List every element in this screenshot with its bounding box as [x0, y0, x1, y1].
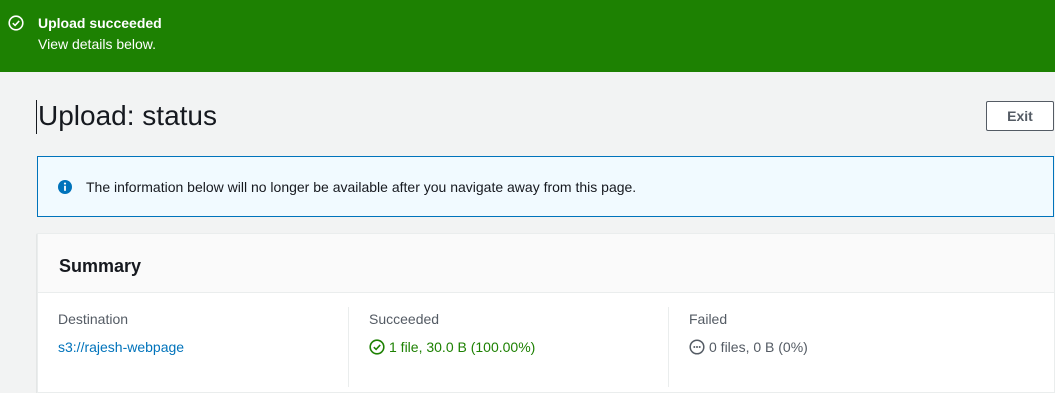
info-alert: The information below will no longer be …: [37, 156, 1054, 217]
info-circle-icon: [58, 180, 72, 194]
check-circle-icon: [8, 15, 24, 31]
succeeded-label: Succeeded: [369, 311, 440, 327]
failed-label: Failed: [689, 311, 728, 327]
failed-column: Failed 0 files, 0 B (0%): [689, 311, 808, 355]
succeeded-column: Succeeded 1 file, 30.0 B (100.00%): [369, 311, 535, 355]
destination-link[interactable]: s3://rajesh-webpage: [58, 339, 184, 355]
destination-column: Destination s3://rajesh-webpage: [58, 311, 184, 355]
success-flashbar: Upload succeeded View details below.: [0, 0, 1055, 72]
check-circle-icon: [369, 339, 385, 355]
column-divider: [348, 307, 349, 387]
succeeded-value: 1 file, 30.0 B (100.00%): [389, 339, 536, 355]
banner-subtitle: View details below.: [38, 36, 157, 52]
failed-value: 0 files, 0 B (0%): [709, 339, 808, 355]
banner-title: Upload succeeded: [38, 15, 162, 31]
page-title: Upload: status: [38, 100, 217, 131]
summary-container: Summary Destination s3://rajesh-webpage …: [37, 233, 1055, 393]
text-cursor: [36, 100, 37, 134]
alert-text: The information below will no longer be …: [86, 179, 637, 195]
summary-title: Summary: [59, 256, 142, 276]
exit-button[interactable]: Exit: [986, 101, 1054, 131]
summary-header: Summary: [38, 234, 1054, 293]
destination-label: Destination: [58, 311, 129, 327]
pending-circle-icon: [689, 339, 705, 355]
column-divider: [668, 307, 669, 387]
